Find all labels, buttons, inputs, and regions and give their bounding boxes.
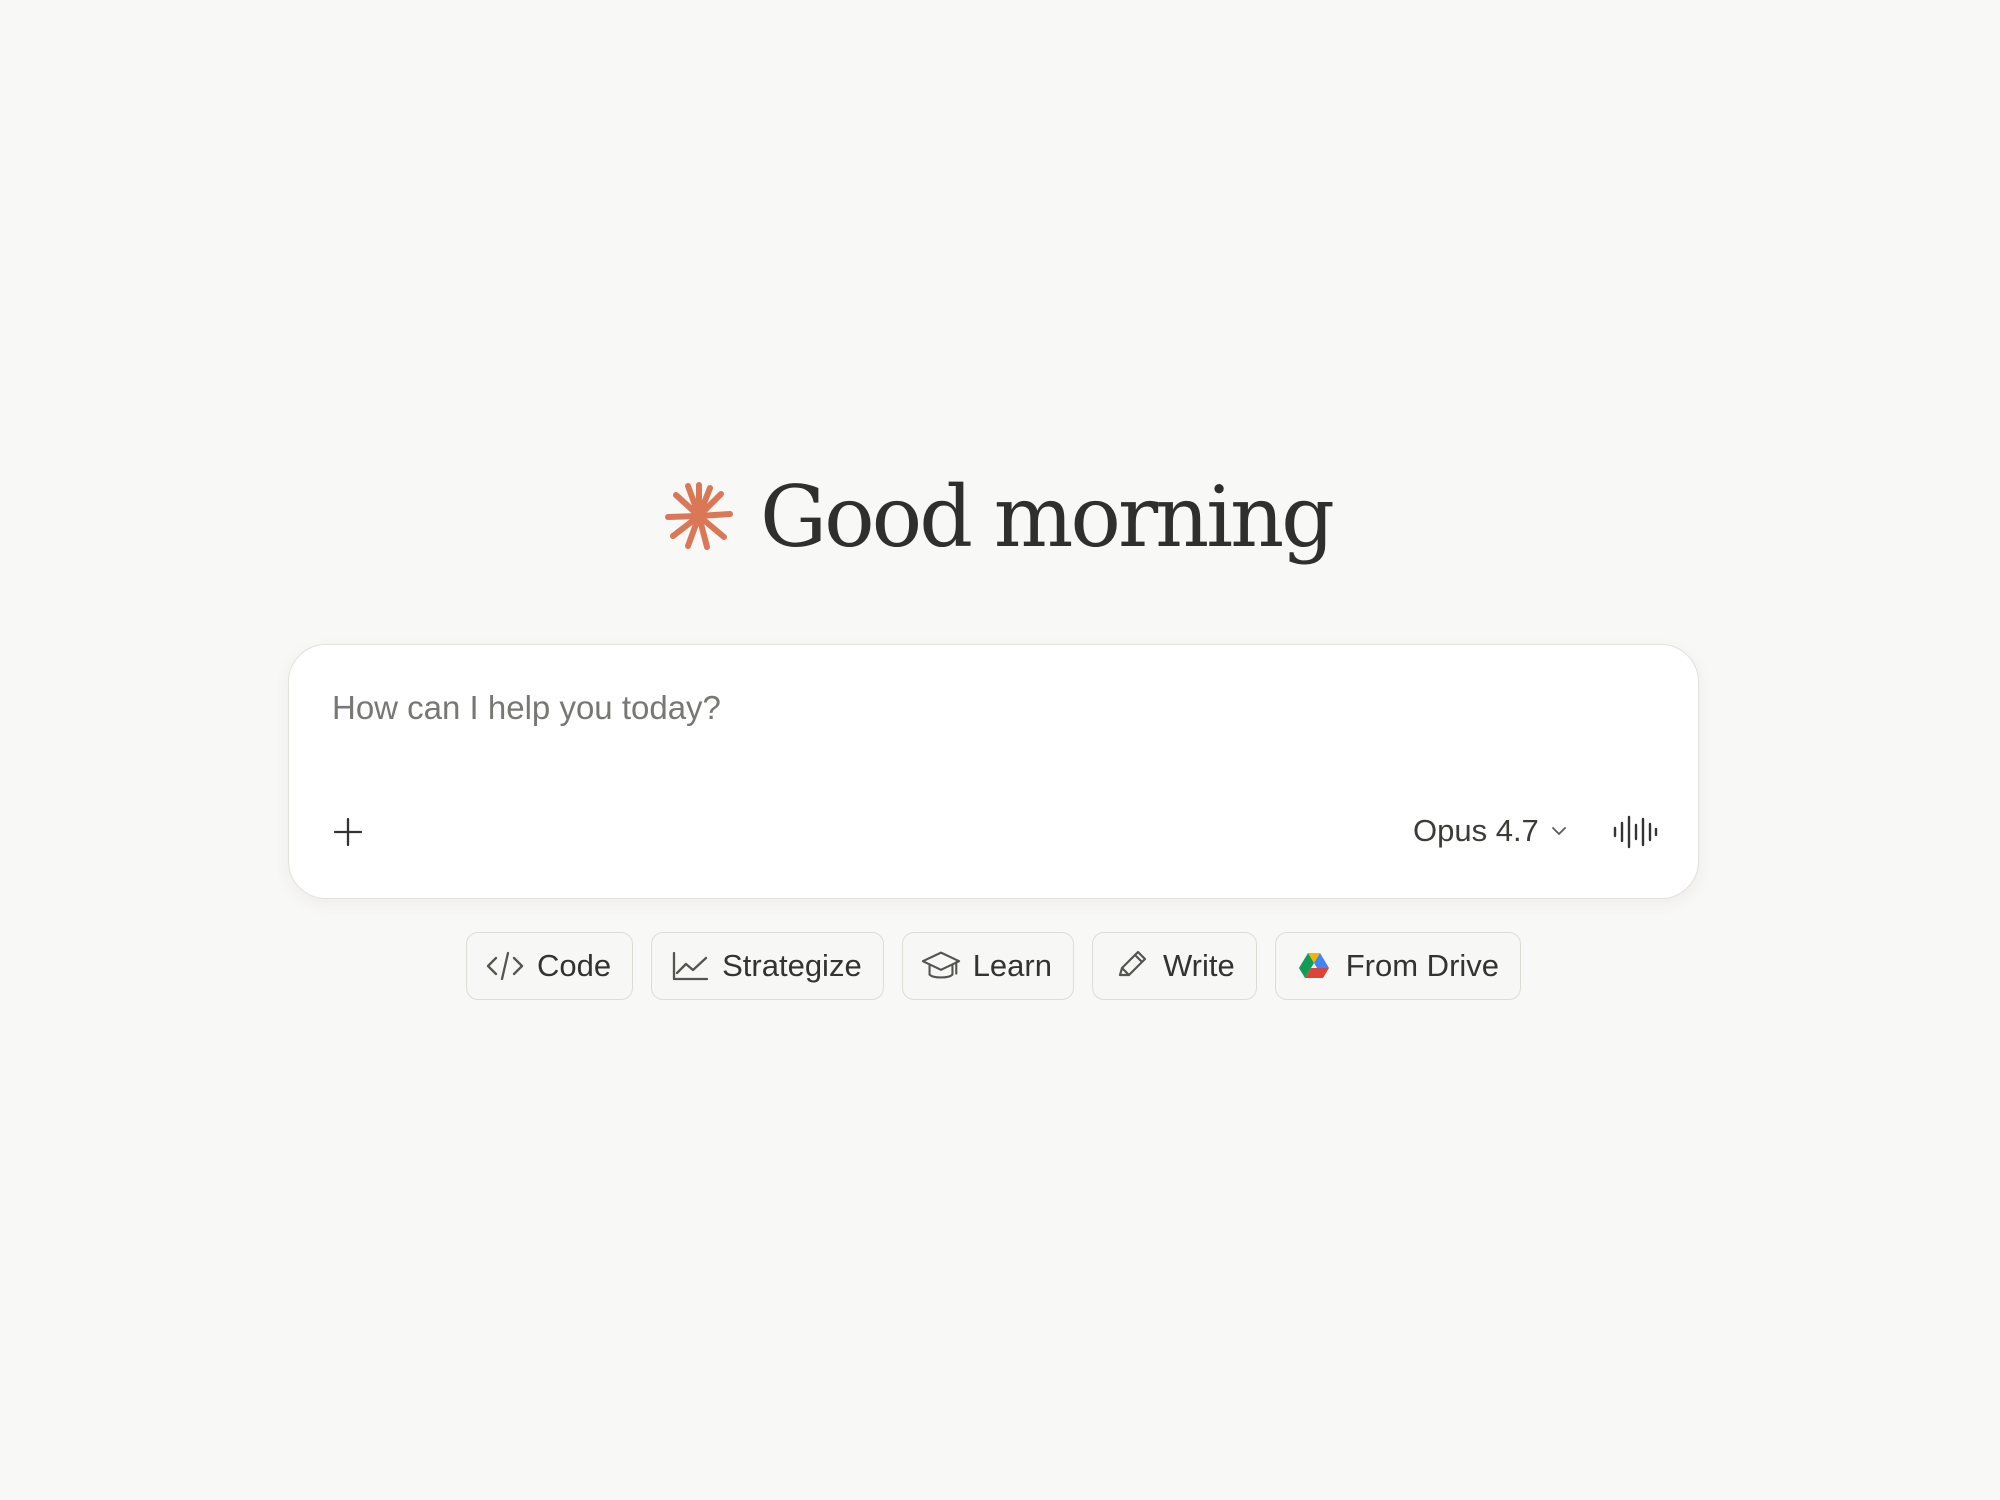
code-chip-label: Code [537, 948, 612, 983]
graduation-cap-icon [920, 945, 962, 987]
strategize-chip-label: Strategize [722, 948, 862, 983]
greeting-title: Good morning [760, 468, 1335, 566]
from-drive-chip[interactable]: From Drive [1274, 932, 1522, 1000]
chevron-down-icon [1551, 827, 1566, 835]
write-chip[interactable]: Write [1091, 932, 1257, 1000]
learn-chip[interactable]: Learn [901, 932, 1074, 1000]
from-drive-chip-label: From Drive [1345, 948, 1500, 983]
waveform-icon [1613, 815, 1658, 849]
greeting: Good morning [664, 462, 1335, 572]
google-drive-icon [1293, 945, 1335, 987]
code-icon [484, 945, 526, 987]
asterisk-spark-icon [665, 482, 733, 550]
learn-chip-label: Learn [972, 948, 1052, 983]
pencil-icon [1110, 945, 1152, 987]
write-chip-label: Write [1162, 948, 1235, 983]
code-chip[interactable]: Code [466, 932, 634, 1000]
chart-line-icon [669, 945, 711, 987]
model-label: Opus 4.7 [1413, 813, 1539, 848]
add-attachment-button[interactable] [329, 813, 367, 851]
message-input[interactable] [332, 685, 1432, 731]
strategize-chip[interactable]: Strategize [651, 932, 884, 1000]
suggestion-chips: Code Strategize Learn Write From Drive [466, 932, 1522, 1000]
model-selector[interactable]: Opus 4.7 [1413, 809, 1569, 853]
message-composer: Opus 4.7 [288, 644, 1699, 899]
plus-icon [333, 817, 363, 847]
voice-input-button[interactable] [1611, 811, 1659, 853]
